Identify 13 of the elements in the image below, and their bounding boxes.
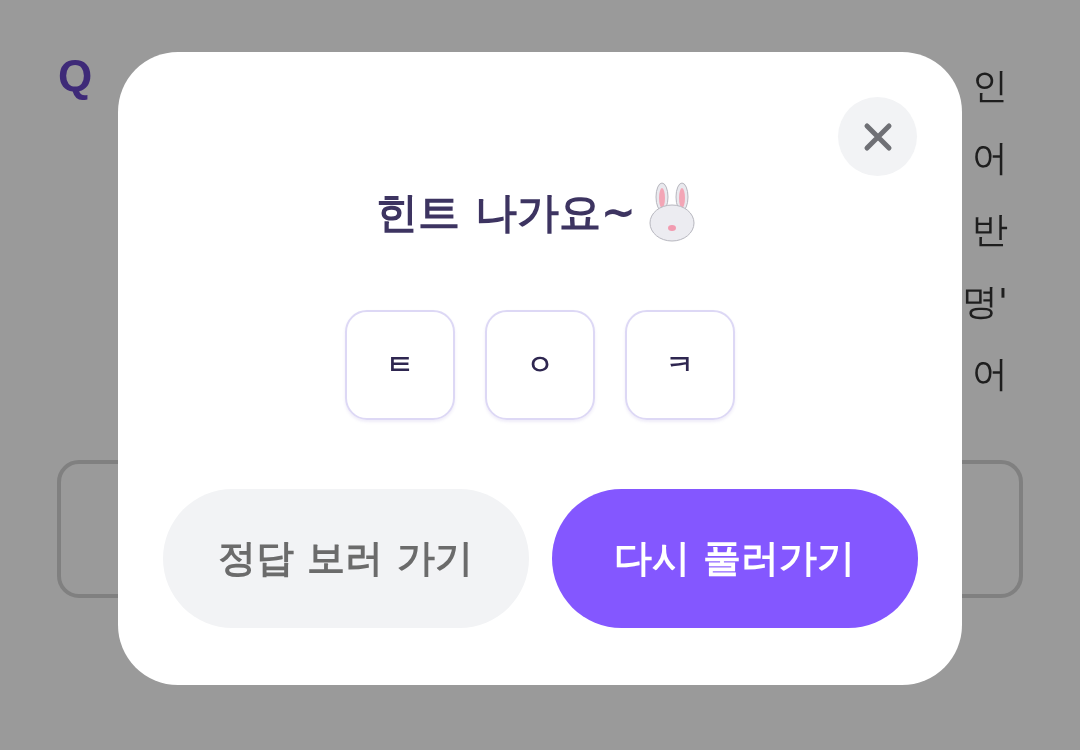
hint-letter-tile: ㅌ <box>345 310 455 420</box>
question-text-fragment: 어 <box>972 352 1008 396</box>
question-text-fragment: 명' <box>962 280 1008 324</box>
retry-button[interactable]: 다시 풀러가기 <box>551 489 918 628</box>
question-mark: Q <box>58 50 93 102</box>
hint-letter-tile: ㅋ <box>625 310 735 420</box>
hint-letter-tile: ㅇ <box>485 310 595 420</box>
close-icon <box>862 121 893 152</box>
show-answer-button[interactable]: 정답 보러 가기 <box>162 489 529 628</box>
question-text-fragment: 어 <box>972 136 1008 180</box>
dialog-title: 힌트 나가요~ <box>376 187 636 239</box>
question-text-fragment: 반 <box>972 208 1008 252</box>
question-text-fragment: 인 <box>972 64 1008 108</box>
